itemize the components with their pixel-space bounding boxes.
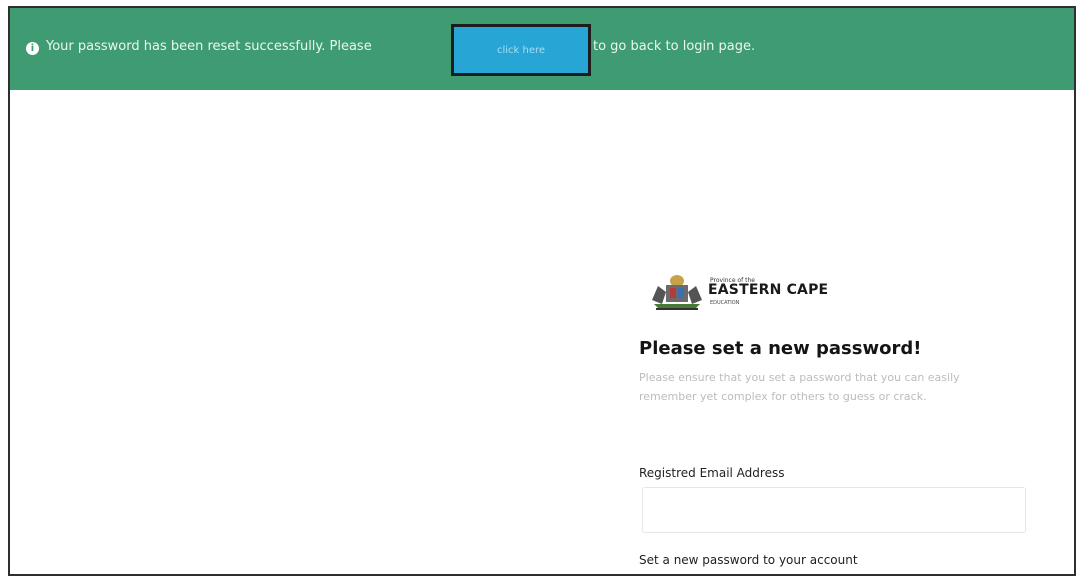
browser-page: i Your password has been reset successfu… xyxy=(8,6,1076,576)
eastern-cape-education-logo: Province of the EASTERN CAPE EDUCATION xyxy=(648,272,848,314)
page-title: Please set a new password! xyxy=(639,338,922,359)
new-password-label: Set a new password to your account xyxy=(639,553,858,567)
coat-of-arms-icon xyxy=(652,275,702,310)
success-alert-bar: i Your password has been reset successfu… xyxy=(10,8,1074,90)
click-here-button[interactable]: click here xyxy=(451,24,591,76)
info-icon: i xyxy=(26,42,39,55)
logo-subtitle: EDUCATION xyxy=(710,300,740,306)
alert-message-start: Your password has been reset successfull… xyxy=(46,39,372,54)
email-input[interactable] xyxy=(642,487,1026,533)
email-label: Registred Email Address xyxy=(639,466,785,480)
logo-name: EASTERN CAPE xyxy=(708,282,829,298)
alert-message-end: to go back to login page. xyxy=(593,39,756,54)
form-description: Please ensure that you set a password th… xyxy=(639,371,960,403)
